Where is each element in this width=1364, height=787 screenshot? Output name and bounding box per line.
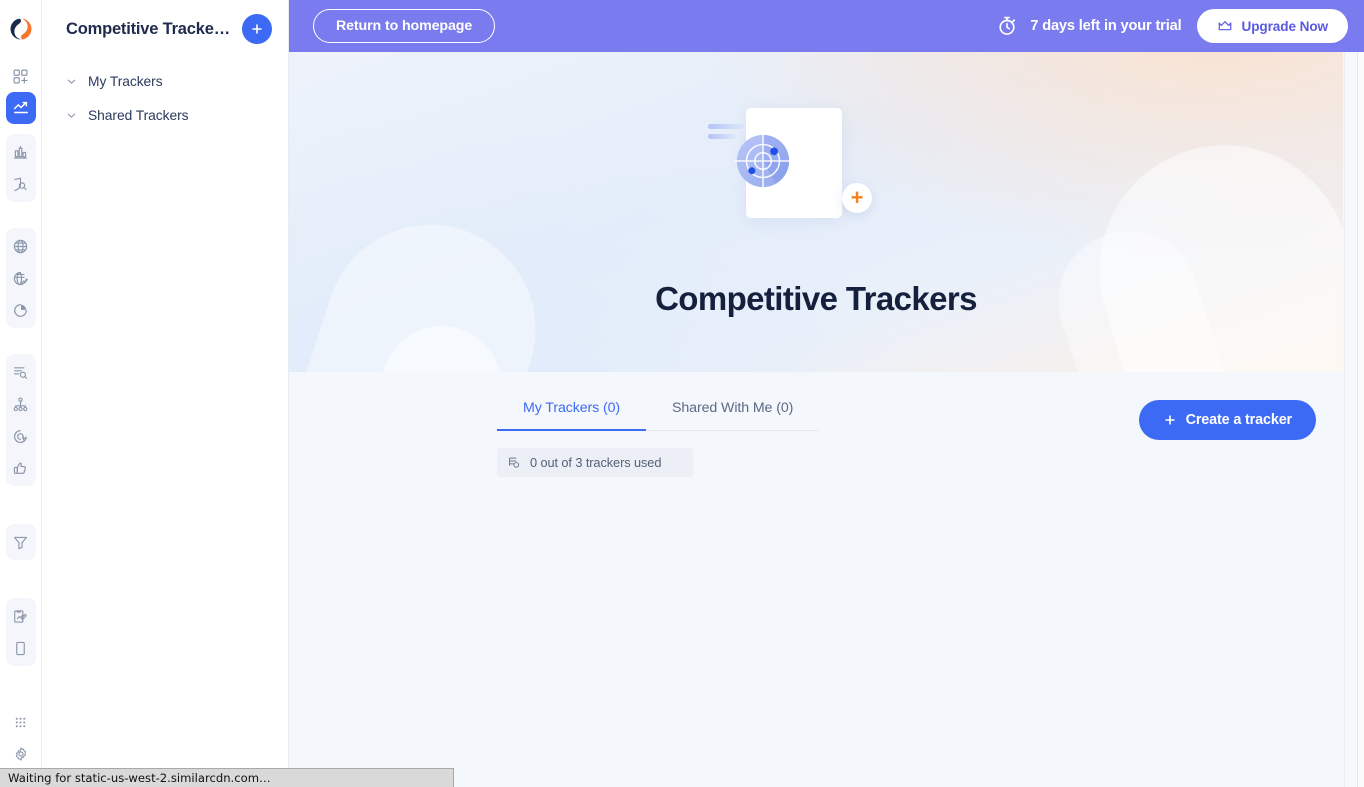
rail-group-2 — [5, 134, 36, 202]
hero-title: Competitive Trackers — [655, 280, 977, 317]
sidebar-item-label: My Trackers — [88, 73, 163, 89]
upgrade-now-label: Upgrade Now — [1241, 18, 1328, 34]
trial-topbar: Return to homepage 7 days left in your t… — [289, 0, 1364, 52]
tab-shared-with-me[interactable]: Shared With Me (0) — [646, 400, 819, 430]
rail-group-4 — [5, 354, 36, 486]
rail-item-dashboards[interactable] — [6, 60, 36, 92]
topbar-right-group: 7 days left in your trial Upgrade Now — [996, 9, 1348, 43]
rail-group-3 — [5, 228, 36, 328]
app-root: Competitive Tracke… My Trackers Shared T… — [0, 0, 1364, 787]
chevron-down-icon — [66, 76, 77, 87]
sidebar-item-my-trackers[interactable]: My Trackers — [42, 64, 288, 98]
sidebar-item-label: Shared Trackers — [88, 107, 189, 123]
radar-tracker-illustration: + — [708, 100, 916, 250]
trackers-quota-text: 0 out of 3 trackers used — [530, 455, 662, 470]
trial-days-text: 7 days left in your trial — [1030, 18, 1182, 34]
radar-icon — [734, 132, 792, 190]
tabs: My Trackers (0) Shared With Me (0) — [497, 400, 820, 431]
sidebar-header: Competitive Tracke… — [42, 0, 288, 58]
upgrade-now-button[interactable]: Upgrade Now — [1197, 9, 1348, 43]
trackers-quota-badge: 0 out of 3 trackers used — [497, 448, 693, 477]
create-tracker-label: Create a tracker — [1185, 412, 1293, 428]
sidebar-panel: Competitive Tracke… My Trackers Shared T… — [42, 0, 289, 787]
rail-item-web-analysis[interactable] — [6, 230, 36, 262]
rail-item-funnel[interactable] — [6, 526, 36, 558]
add-tracker-button[interactable] — [242, 14, 272, 44]
tab-my-trackers[interactable]: My Trackers (0) — [497, 400, 647, 431]
rail-group-7 — [6, 704, 36, 772]
similarweb-logo-icon[interactable] — [0, 0, 42, 58]
plus-badge-icon: + — [842, 183, 872, 213]
create-tracker-button[interactable]: Create a tracker — [1138, 400, 1316, 440]
return-to-homepage-button[interactable]: Return to homepage — [313, 9, 496, 43]
main-content: Return to homepage 7 days left in your t… — [289, 0, 1364, 787]
crown-icon — [1217, 18, 1233, 34]
plus-icon — [1163, 413, 1177, 427]
hero-banner: + Competitive Trackers — [289, 52, 1343, 372]
rail-item-app-analysis[interactable] — [6, 632, 36, 664]
rail-group-6 — [5, 598, 36, 666]
sidebar-item-shared-trackers[interactable]: Shared Trackers — [42, 98, 288, 132]
browser-status-bar: Waiting for static-us-west-2.similarcdn.… — [0, 768, 454, 787]
rail-item-settings[interactable] — [6, 738, 36, 770]
rail-item-traffic-sources[interactable] — [6, 388, 36, 420]
rail-item-audience[interactable] — [6, 294, 36, 326]
rail-item-keyword-research[interactable] — [6, 356, 36, 388]
rail-item-research[interactable] — [6, 168, 36, 200]
rail-item-apps[interactable] — [6, 706, 36, 738]
stopwatch-icon — [996, 15, 1018, 37]
chevron-down-icon — [66, 110, 77, 121]
trackers-section: My Trackers (0) Shared With Me (0) Creat… — [289, 372, 1364, 477]
tabs-row: My Trackers (0) Shared With Me (0) Creat… — [289, 372, 1364, 440]
icon-rail — [0, 0, 42, 787]
page-scrollbar[interactable] — [1344, 52, 1364, 787]
rail-item-benchmarking[interactable] — [6, 136, 36, 168]
rail-item-ads[interactable] — [6, 420, 36, 452]
rail-item-engagement[interactable] — [6, 452, 36, 484]
trial-status: 7 days left in your trial — [996, 15, 1182, 37]
rail-item-reports[interactable] — [6, 600, 36, 632]
trackers-stack-icon — [507, 455, 522, 470]
page-title: Competitive Tracke… — [66, 19, 231, 38]
status-bar-text: Waiting for static-us-west-2.similarcdn.… — [8, 771, 271, 785]
sidebar-tree: My Trackers Shared Trackers — [42, 58, 288, 132]
plus-icon — [252, 24, 262, 34]
rail-group-5 — [5, 524, 36, 560]
rail-item-market-trends[interactable] — [6, 262, 36, 294]
rail-group-1 — [5, 58, 36, 126]
rail-item-competitive-trackers[interactable] — [5, 92, 36, 124]
